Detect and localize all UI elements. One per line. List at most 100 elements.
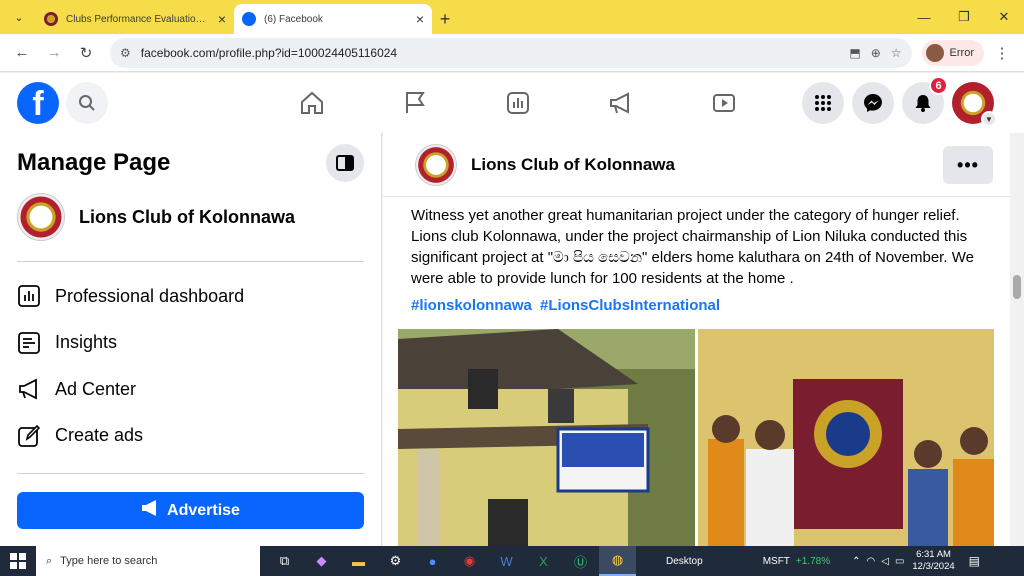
hashtag-link[interactable]: #LionsClubsInternational — [540, 297, 720, 314]
browser-tab-bar: ⌄ Clubs Performance Evaluation Syst × (6… — [0, 0, 1024, 34]
window-controls: — ❐ ✕ — [904, 0, 1024, 34]
page-header-bar: Lions Club of Kolonnawa ••• — [383, 133, 1010, 197]
more-options-button[interactable]: ••• — [943, 146, 993, 184]
clock-time: 6:31 AM — [916, 549, 951, 560]
sidebar-item-professional-dashboard[interactable]: Professional dashboard — [17, 273, 364, 320]
advertise-label: Advertise — [167, 501, 240, 519]
url-text[interactable]: facebook.com/profile.php?id=100024405116… — [141, 46, 840, 60]
sidebar-item-ad-center[interactable]: Ad Center — [17, 366, 364, 413]
site-settings-icon[interactable]: ⚙ — [120, 46, 131, 60]
profile-error-button[interactable]: Error — [921, 39, 984, 66]
bookmark-star-icon[interactable]: ☆ — [891, 46, 902, 60]
sidebar-item-label: Professional dashboard — [55, 285, 245, 306]
post-text: Witness yet another great humanitarian p… — [411, 207, 974, 287]
flag-icon[interactable] — [363, 73, 466, 133]
main-feed: Lions Club of Kolonnawa ••• Witness yet … — [383, 133, 1010, 546]
sidebar-item-create-ads[interactable]: Create ads — [17, 413, 364, 460]
taskbar-search-box[interactable]: ⌕ Type here to search — [36, 546, 260, 576]
page-name[interactable]: Lions Club of Kolonnawa — [471, 155, 675, 175]
close-window-icon[interactable]: ✕ — [984, 0, 1024, 34]
chrome-icon[interactable]: ◍ — [599, 546, 636, 576]
insights-icon — [17, 331, 41, 355]
reload-icon[interactable]: ↻ — [72, 39, 100, 67]
forward-arrow-icon[interactable]: → — [40, 39, 68, 67]
divider — [17, 261, 364, 262]
watch-icon[interactable] — [672, 73, 775, 133]
address-bar-row: ← → ↻ ⚙ facebook.com/profile.php?id=1000… — [0, 34, 1024, 72]
post-photo-members[interactable] — [697, 329, 994, 546]
tray-chevron-icon[interactable]: ⌃ — [852, 556, 860, 567]
windows-taskbar: ⌕ Type here to search ⧉ ◆ ▬ ⚙ ● ◉ W X Ⓤ … — [0, 546, 1024, 576]
post-photo-building[interactable] — [398, 329, 695, 546]
megaphone-icon — [141, 500, 159, 521]
zoom-icon[interactable]: ⊕ — [871, 46, 881, 60]
divider — [17, 473, 364, 474]
close-tab-icon[interactable]: × — [218, 11, 226, 27]
post-hashtags: #lionskolonnawa #LionsClubsInternational — [411, 297, 724, 314]
settings-gear-icon[interactable]: ⚙ — [377, 546, 414, 576]
taskbar-clock[interactable]: 6:31 AM 12/3/2024 — [912, 549, 954, 573]
analytics-icon[interactable] — [466, 73, 569, 133]
install-app-icon[interactable]: ⬒ — [849, 46, 860, 60]
main-nav — [260, 73, 775, 133]
facebook-header: f 6 ▼ — [0, 73, 1024, 133]
home-icon[interactable] — [260, 73, 363, 133]
post-photos — [398, 329, 994, 546]
search-icon: ⌕ — [46, 554, 53, 567]
facebook-logo-icon[interactable]: f — [17, 82, 59, 124]
close-tab-icon[interactable]: × — [416, 11, 424, 27]
tab-facebook[interactable]: (6) Facebook × — [234, 4, 432, 34]
stock-ticker[interactable]: MSFT +1.78% — [763, 556, 830, 567]
managed-page-link[interactable]: Lions Club of Kolonnawa — [17, 193, 295, 241]
sidebar-title: Manage Page — [17, 149, 171, 176]
notifications-bell-icon[interactable]: 6 — [902, 76, 948, 124]
back-arrow-icon[interactable]: ← — [8, 39, 36, 67]
clock-date: 12/3/2024 — [912, 561, 955, 572]
hashtag-link[interactable]: #lionskolonnawa — [411, 297, 532, 314]
task-view-icon[interactable]: ⧉ — [266, 546, 303, 576]
taskbar-search-placeholder: Type here to search — [60, 555, 158, 567]
tab-search-chevron-icon[interactable]: ⌄ — [6, 4, 32, 30]
notification-center-icon[interactable]: ▤ — [969, 554, 980, 568]
sidebar-item-insights[interactable]: Insights — [17, 320, 364, 367]
collapse-sidebar-icon[interactable] — [326, 144, 364, 182]
facebook-app-icon[interactable]: ● — [414, 546, 451, 576]
tab-clubs-performance[interactable]: Clubs Performance Evaluation Syst × — [36, 4, 234, 34]
search-icon[interactable] — [66, 82, 108, 124]
sidebar-item-label: Ad Center — [55, 378, 137, 399]
word-icon[interactable]: W — [488, 546, 525, 576]
desktop-label[interactable]: Desktop — [666, 556, 703, 567]
copilot-icon[interactable]: ◆ — [303, 546, 340, 576]
menu-grid-icon[interactable] — [802, 82, 844, 124]
volume-icon[interactable]: ◁ — [881, 556, 889, 567]
page-scrollbar[interactable] — [1010, 133, 1024, 546]
excel-icon[interactable]: X — [525, 546, 562, 576]
minimize-icon[interactable]: — — [904, 0, 944, 34]
app-red-icon[interactable]: ◉ — [451, 546, 488, 576]
keyboard-icon[interactable]: ▭ — [895, 556, 904, 567]
new-tab-plus-icon[interactable]: + — [432, 6, 458, 32]
url-omnibox[interactable]: ⚙ facebook.com/profile.php?id=1000244051… — [110, 37, 912, 68]
account-avatar[interactable]: ▼ — [952, 82, 997, 127]
advertise-button[interactable]: Advertise — [17, 492, 364, 529]
app-green-icon[interactable]: Ⓤ — [562, 546, 599, 576]
stock-symbol: MSFT — [762, 555, 790, 567]
tab-title: (6) Facebook — [264, 13, 323, 25]
tab-title: Clubs Performance Evaluation Syst — [66, 13, 210, 25]
file-explorer-icon[interactable]: ▬ — [340, 546, 377, 576]
wifi-icon[interactable]: ◠ — [867, 556, 876, 567]
stock-change: +1.78% — [795, 555, 831, 567]
lions-club-logo — [17, 193, 65, 241]
megaphone-icon[interactable] — [569, 73, 672, 133]
chevron-down-icon[interactable]: ▼ — [981, 111, 997, 127]
manage-page-sidebar: Manage Page Lions Club of Kolonnawa Prof… — [0, 133, 382, 546]
restore-icon[interactable]: ❐ — [944, 0, 984, 34]
lions-club-logo[interactable] — [415, 143, 457, 186]
lions-favicon-icon — [44, 12, 58, 26]
browser-menu-icon[interactable]: ⋮ — [988, 39, 1016, 67]
sidebar-item-label: Create ads — [55, 425, 144, 446]
messenger-icon[interactable] — [852, 82, 894, 124]
windows-start-icon[interactable] — [0, 546, 36, 576]
pencil-icon — [17, 424, 41, 448]
scrollbar-thumb[interactable] — [1013, 275, 1021, 299]
